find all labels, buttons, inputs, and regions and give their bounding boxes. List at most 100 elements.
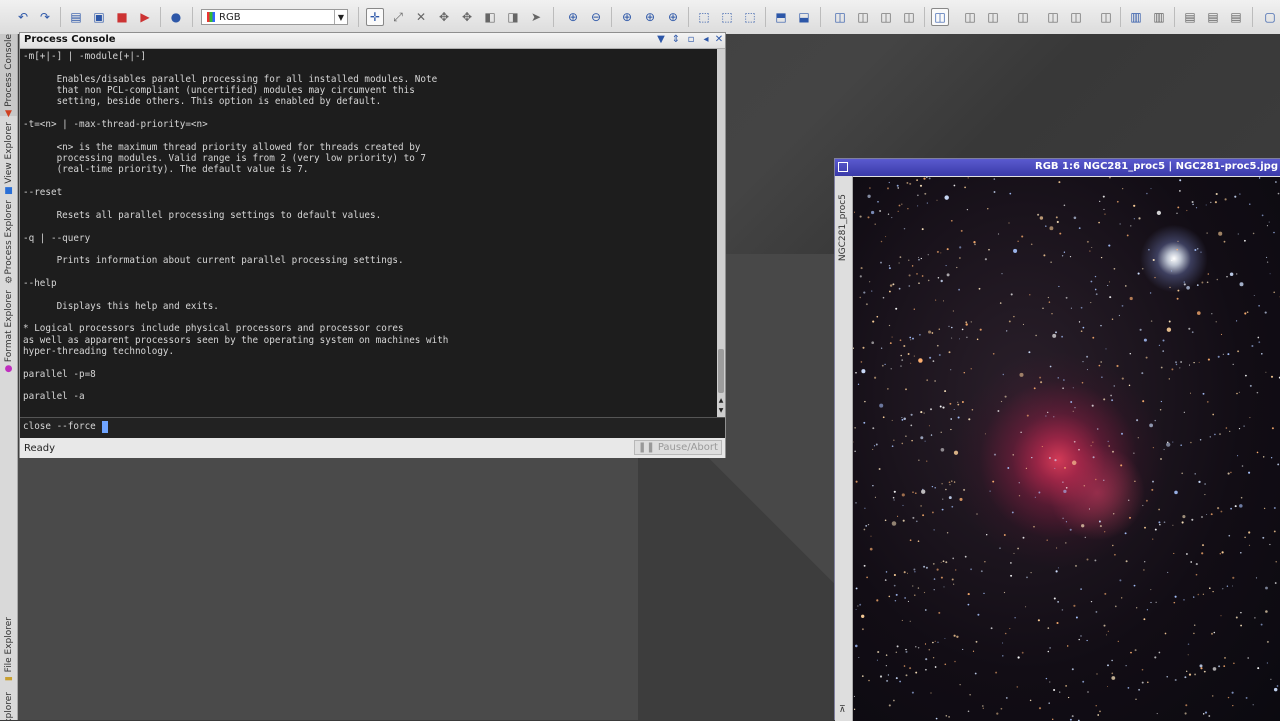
- toolbar-separator: [160, 7, 161, 27]
- duplicate-image-icon[interactable]: ▣: [91, 9, 107, 25]
- maximize-view-icon[interactable]: ⬒: [773, 9, 789, 25]
- view-explorer-icon: ■: [4, 187, 13, 196]
- shade-icon[interactable]: ⇕: [670, 34, 682, 46]
- image-properties-icon[interactable]: ■: [114, 9, 130, 25]
- console-output[interactable]: -m[+|-] | -module[+|-] Enables/disables …: [20, 49, 717, 417]
- fit-window-icon[interactable]: ⬚: [719, 9, 735, 25]
- channel-green-icon[interactable]: ◫: [1068, 9, 1084, 25]
- console-scrollbar[interactable]: ▲ ▼: [717, 49, 725, 417]
- toolbar-separator: [60, 7, 61, 27]
- workspace-2-icon[interactable]: ▥: [1151, 9, 1167, 25]
- readout-cursor-icon[interactable]: ➤: [528, 9, 544, 25]
- dock-tab-process-explorer[interactable]: Process Explorer ⚙: [0, 200, 17, 284]
- fit-view-icon[interactable]: ⬚: [696, 9, 712, 25]
- chevron-down-icon[interactable]: ▼: [655, 34, 667, 46]
- dock-tab-label: Process Explorer: [4, 200, 14, 274]
- workspace-5-icon[interactable]: ▤: [1228, 9, 1244, 25]
- redo-icon[interactable]: ↷: [37, 9, 53, 25]
- pause-icon: ❚❚: [638, 442, 655, 453]
- dock-tab-label: Process Console: [4, 34, 14, 107]
- stf-reset-icon[interactable]: ◫: [985, 9, 1001, 25]
- toolbar-separator: [1174, 7, 1175, 27]
- left-dock: Process Console ▼ View Explorer ■ Proces…: [0, 34, 18, 720]
- workspace-4-icon[interactable]: ▤: [1205, 9, 1221, 25]
- channel-red-icon[interactable]: ◫: [1045, 9, 1061, 25]
- image-window-titlebar[interactable]: RGB 1:6 NGC281_proc5 | NGC281-proc5.jpg: [835, 159, 1280, 176]
- image-id-label[interactable]: NGC281_proc5: [838, 194, 848, 261]
- toolbar-separator: [1252, 7, 1253, 27]
- zoom-fit-window-icon[interactable]: ⊕: [665, 9, 681, 25]
- stf-icon[interactable]: ◫: [931, 8, 949, 26]
- crosshair-mode-icon[interactable]: ✛: [366, 8, 384, 26]
- console-titlebar[interactable]: Process Console ▼ ⇕ ▫ ◂ ✕: [20, 33, 725, 49]
- image-window-title: RGB 1:6 NGC281_proc5 | NGC281-proc5.jpg: [1035, 161, 1278, 172]
- clone-image-icon[interactable]: ▶: [137, 9, 153, 25]
- toolbar-separator: [820, 7, 821, 27]
- undo-icon[interactable]: ↶: [15, 9, 31, 25]
- color-space-icon[interactable]: ●: [168, 9, 184, 25]
- edit-preview-icon[interactable]: ◨: [505, 9, 521, 25]
- image-window-side-panel: NGC281_proc5 ⊼: [835, 176, 853, 721]
- auto-fit-icon[interactable]: ⬚: [742, 9, 758, 25]
- zoom-in-icon[interactable]: ⊕: [565, 9, 581, 25]
- scrollbar-thumb[interactable]: [718, 349, 724, 393]
- toolbar-separator: [358, 7, 359, 27]
- pin-icon[interactable]: ⊼: [839, 705, 846, 715]
- toolbar-separator: [553, 7, 554, 27]
- dock-tab-process-console[interactable]: Process Console ▼: [0, 34, 17, 116]
- color-mode-value: RGB: [219, 12, 241, 23]
- mask-invert-icon[interactable]: ◫: [878, 9, 894, 25]
- console-title: Process Console: [24, 34, 116, 45]
- scroll-down-icon[interactable]: ▼: [717, 407, 725, 415]
- mask-remove-icon[interactable]: ◫: [901, 9, 917, 25]
- restore-view-icon[interactable]: ⬓: [796, 9, 812, 25]
- color-mode-select[interactable]: RGB ▼: [201, 9, 348, 25]
- status-text: Ready: [24, 443, 55, 454]
- dock-tab-explorer[interactable]: Explorer: [0, 692, 17, 720]
- shrink-icon[interactable]: ✕: [413, 9, 429, 25]
- chevron-down-icon[interactable]: ▼: [334, 10, 347, 24]
- rgb-swatch-icon: [207, 12, 215, 22]
- new-image-icon[interactable]: ▤: [68, 9, 84, 25]
- channel-blue-icon[interactable]: ◫: [1098, 9, 1114, 25]
- image-window: RGB 1:6 NGC281_proc5 | NGC281-proc5.jpg …: [834, 158, 1280, 720]
- mask-show-icon[interactable]: ◫: [855, 9, 871, 25]
- format-explorer-icon: ●: [4, 365, 13, 374]
- toolbar-separator: [611, 7, 612, 27]
- console-command-input[interactable]: close --force: [20, 417, 725, 438]
- dock-tab-format-explorer[interactable]: Format Explorer ●: [0, 290, 17, 372]
- zoom-out-icon[interactable]: ⊖: [588, 9, 604, 25]
- workspace-1-icon[interactable]: ▥: [1128, 9, 1144, 25]
- dock-tab-label: Format Explorer: [4, 290, 14, 362]
- main-toolbar: ↶ ↷ ▤ ▣ ■ ▶ ● RGB ▼ ✛ ⤢ ✕ ✥ ✥ ◧ ◨ ➤ ⊕ ⊖ …: [0, 0, 1280, 35]
- dock-tab-view-explorer[interactable]: View Explorer ■: [0, 122, 17, 194]
- stf-link-icon[interactable]: ◫: [1015, 9, 1031, 25]
- move-icon[interactable]: ✥: [459, 9, 475, 25]
- console-command-text: close --force: [23, 421, 96, 432]
- console-icon: ▼: [4, 110, 13, 119]
- mask-icon[interactable]: ◫: [832, 9, 848, 25]
- stf-auto-icon[interactable]: ◫: [962, 9, 978, 25]
- pan-icon[interactable]: ✥: [436, 9, 452, 25]
- preview-icon[interactable]: ◧: [482, 9, 498, 25]
- dock-tab-file-explorer[interactable]: File Explorer ▬: [0, 617, 17, 687]
- console-output-text: -m[+|-] | -module[+|-] Enables/disables …: [20, 49, 717, 403]
- workspace-3-icon[interactable]: ▤: [1182, 9, 1198, 25]
- pause-abort-label: Pause/Abort: [658, 442, 718, 453]
- zoom-2-1-icon[interactable]: ⊕: [642, 9, 658, 25]
- dock-tab-label: File Explorer: [4, 617, 14, 672]
- float-icon[interactable]: ▫: [685, 34, 697, 46]
- pause-abort-button[interactable]: ❚❚ Pause/Abort: [634, 440, 722, 455]
- zoom-1-1-icon[interactable]: ⊕: [619, 9, 635, 25]
- dock-left-icon[interactable]: ◂: [700, 34, 712, 46]
- process-console-window: Process Console ▼ ⇕ ▫ ◂ ✕ -m[+|-] | -mod…: [19, 32, 726, 458]
- zoom-fit-icon[interactable]: ⤢: [390, 9, 406, 25]
- image-canvas[interactable]: [853, 177, 1280, 721]
- workspace-6-icon[interactable]: ▢: [1262, 9, 1278, 25]
- scroll-up-icon[interactable]: ▲: [717, 397, 725, 405]
- folder-icon: ▬: [4, 675, 13, 684]
- toolbar-separator: [924, 7, 925, 27]
- close-icon[interactable]: ✕: [713, 34, 725, 46]
- toolbar-separator: [1120, 7, 1121, 27]
- window-menu-icon[interactable]: [838, 162, 848, 172]
